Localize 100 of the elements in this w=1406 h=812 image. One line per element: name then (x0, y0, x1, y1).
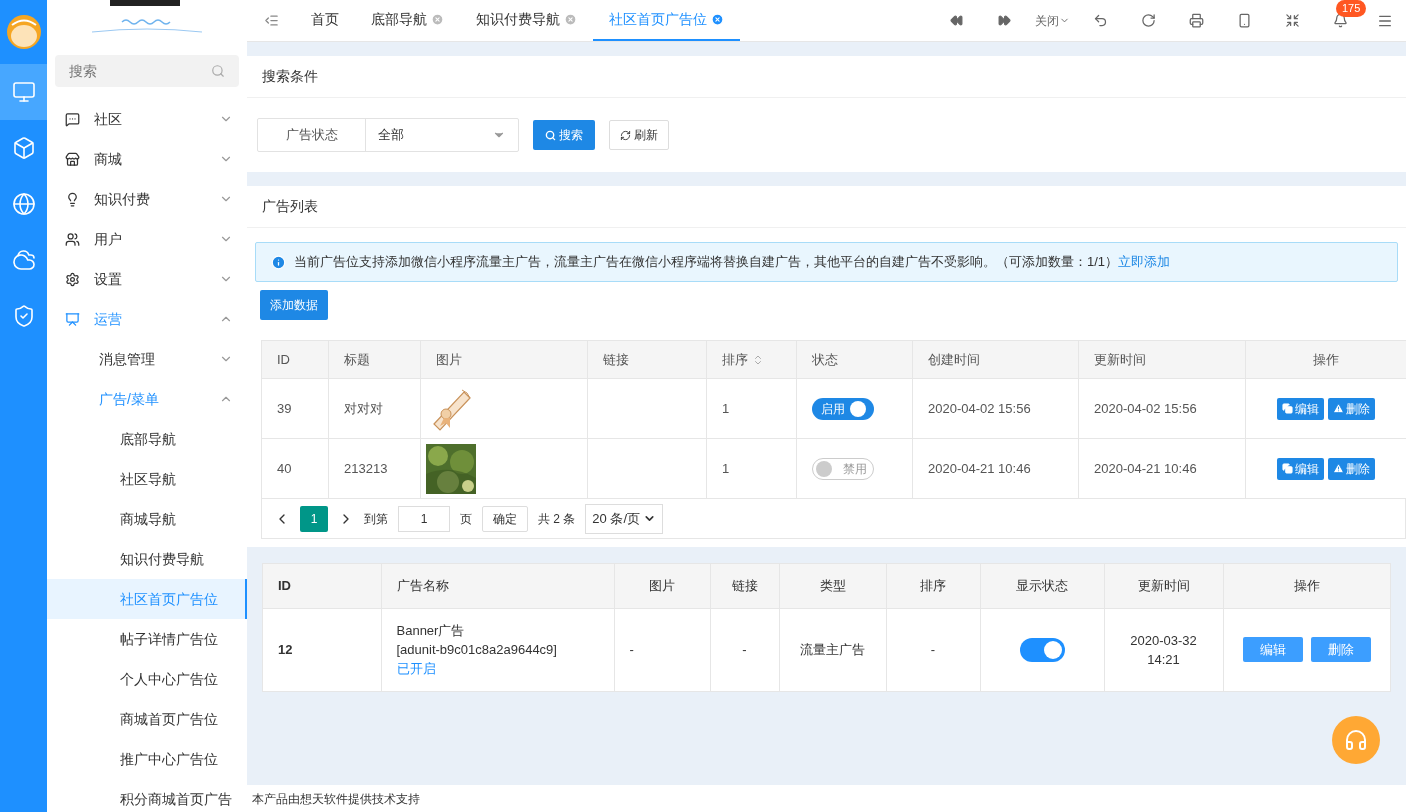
users-icon (65, 231, 80, 247)
box-icon (11, 136, 36, 160)
switch-knob (1043, 640, 1062, 659)
column-header: 图片 (420, 340, 588, 379)
indent-icon (263, 13, 279, 28)
copy-icon (1282, 403, 1293, 414)
page-button[interactable]: 1 (300, 505, 328, 532)
table-cell: 2020-04-21 10:46 (1078, 438, 1246, 499)
page-size-select[interactable]: 20 条/页 (585, 503, 664, 534)
tab[interactable]: 知识付费导航 (460, 0, 593, 41)
panel-title: 广告列表 (247, 186, 1406, 228)
column-header: 创建时间 (912, 340, 1079, 379)
switch-knob (816, 460, 832, 477)
menu-item[interactable]: 商城 (47, 139, 247, 179)
fast-forward-icon (997, 14, 1011, 27)
table-cell: 1 (706, 438, 797, 499)
column-header: 状态 (796, 340, 913, 379)
delete-button[interactable]: 删除 (1328, 397, 1375, 420)
menu-item[interactable]: 商城导航 (47, 499, 247, 539)
ad-state: 已开启 (396, 660, 437, 679)
update-date: 2020-03-32 (1129, 631, 1198, 650)
notification-badge: 175 (1336, 0, 1367, 17)
table-cell: 12 (263, 608, 381, 691)
table-cell: 40 (261, 438, 329, 499)
refresh-icon (1140, 13, 1156, 28)
table-cell: 213213 (328, 438, 421, 499)
warning-icon (1333, 463, 1344, 474)
column-header: 更新时间 (1078, 340, 1246, 379)
display-switch[interactable] (1019, 637, 1065, 662)
column-header: 操作 (1223, 564, 1390, 608)
update-time: 14:21 (1146, 650, 1181, 669)
footer: 本产品由想天软件提供技术支持 (247, 785, 1406, 812)
headset-icon (1344, 728, 1368, 752)
column-header: 排序 (706, 340, 797, 379)
menu-item[interactable]: 消息管理 (47, 339, 247, 379)
menu-item[interactable]: 社区导航 (47, 459, 247, 499)
copy-icon (1282, 463, 1293, 474)
status-filter[interactable]: 广告状态 全部 (257, 118, 519, 152)
menu-item[interactable]: 底部导航 (47, 419, 247, 459)
menu-item[interactable]: 商城首页广告位 (47, 699, 247, 739)
table-cell: 流量主广告 (779, 608, 886, 691)
search-button[interactable]: 搜索 (533, 120, 595, 150)
menu-item[interactable]: 积分商城首页广告 (47, 779, 247, 812)
menu-item[interactable]: 用户 (47, 219, 247, 259)
total-count: 共 2 条 (538, 510, 576, 528)
close-icon[interactable] (564, 13, 577, 26)
table-cell: 2020-04-02 15:56 (1078, 378, 1246, 439)
refresh-button[interactable]: 刷新 (609, 120, 669, 150)
shrink-icon (1284, 13, 1300, 28)
warning-icon (1333, 403, 1344, 414)
menu-item[interactable]: 推广中心广告位 (47, 739, 247, 779)
close-menu-button[interactable]: 关闭 (1028, 0, 1076, 41)
column-header: 类型 (779, 564, 886, 608)
ad-name: Banner广告 (396, 622, 466, 641)
column-header: ID (263, 564, 381, 608)
close-icon[interactable] (711, 13, 724, 26)
add-data-button[interactable]: 添加数据 (260, 290, 328, 320)
delete-button[interactable]: 删除 (1328, 457, 1375, 480)
search-field[interactable]: 搜索 (55, 55, 239, 87)
bell-icon (1332, 13, 1348, 28)
edit-button[interactable]: 编辑 (1277, 457, 1324, 480)
menu-item[interactable]: 社区 (47, 99, 247, 139)
refresh-icon (620, 129, 631, 141)
column-header: 链接 (710, 564, 779, 608)
menu-item[interactable]: 帖子详情广告位 (47, 619, 247, 659)
ad-unit-id: [adunit-b9c01c8a2a9644c9] (396, 641, 558, 660)
tab[interactable]: 首页 (295, 0, 355, 41)
column-header: 标题 (328, 340, 421, 379)
menu-item[interactable]: 知识付费 (47, 179, 247, 219)
menu-item[interactable]: 知识付费导航 (47, 539, 247, 579)
column-header: 显示状态 (980, 564, 1104, 608)
info-icon (271, 254, 286, 270)
page-input[interactable]: 1 (398, 505, 450, 532)
menu-item[interactable]: 设置 (47, 259, 247, 299)
column-header: ID (261, 340, 329, 379)
panel-title: 搜索条件 (247, 56, 1406, 98)
add-now-link[interactable]: 立即添加 (1118, 254, 1171, 270)
search-icon (211, 64, 225, 78)
confirm-button[interactable]: 确定 (482, 505, 528, 532)
table-cell: 2020-04-02 15:56 (912, 378, 1079, 439)
undo-icon (1092, 13, 1108, 28)
column-header: 图片 (614, 564, 710, 608)
table-cell: - (710, 608, 779, 691)
menu-item[interactable]: 个人中心广告位 (47, 659, 247, 699)
table-cell: 对对对 (328, 378, 421, 439)
table-cell: - (614, 608, 710, 691)
status-switch[interactable]: 启用 (812, 397, 874, 420)
sort-icon[interactable] (752, 353, 764, 366)
printer-icon (1188, 13, 1204, 28)
column-header: 操作 (1245, 340, 1406, 379)
edit-button[interactable]: 编辑 (1277, 397, 1324, 420)
page-unit: 页 (460, 510, 472, 528)
table-cell: 2020-04-21 10:46 (912, 438, 1079, 499)
tab[interactable]: 底部导航 (355, 0, 460, 41)
table-cell: 39 (261, 378, 329, 439)
avatar-icon (5, 14, 42, 50)
lightbulb-icon (65, 191, 80, 207)
notice-text: 当前广告位支持添加微信小程序流量主广告，流量主广告在微信小程序端将替换自建广告，其他平台的自建广告不受影响。（可添加数量：1/1）立即添加 (294, 253, 1171, 272)
close-icon[interactable] (431, 13, 444, 26)
search-icon (545, 129, 556, 141)
